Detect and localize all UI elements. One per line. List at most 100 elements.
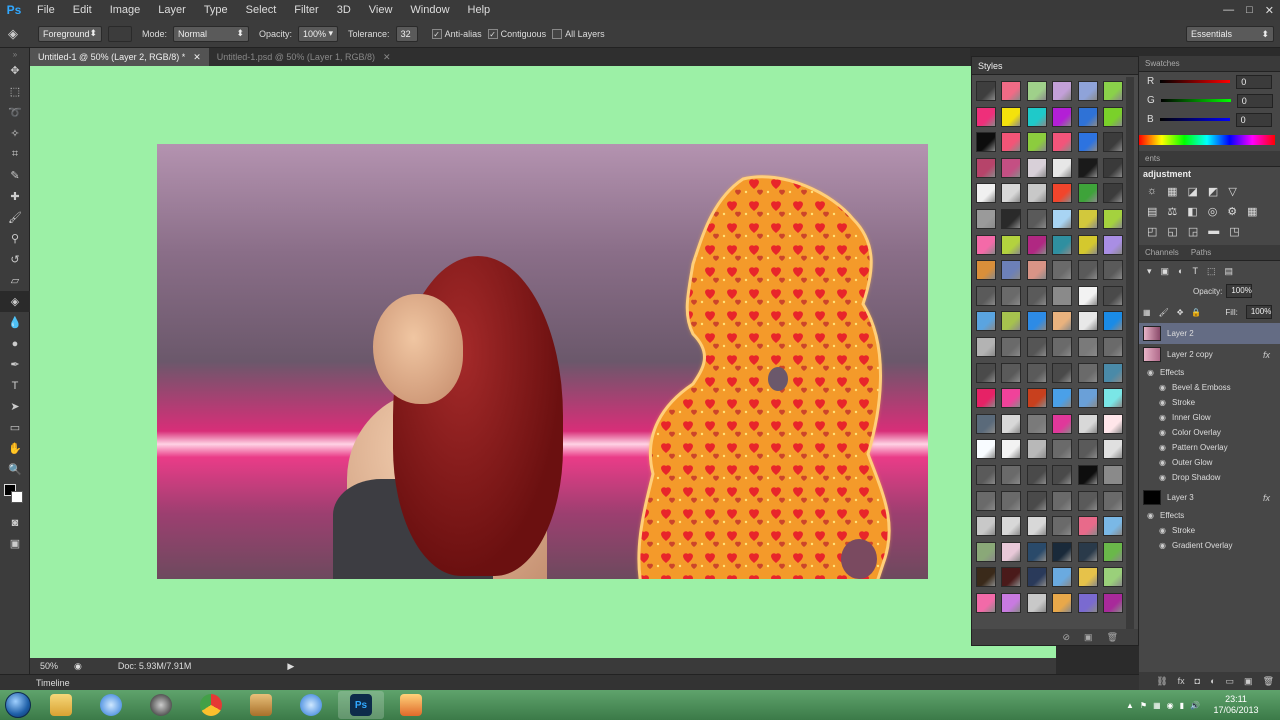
style-swatch[interactable] <box>976 234 996 255</box>
start-button[interactable] <box>0 690 36 720</box>
eraser-tool-icon[interactable]: ▱ <box>0 270 30 291</box>
menu-edit[interactable]: Edit <box>64 0 101 20</box>
fx-menu-icon[interactable]: fx <box>1178 676 1185 686</box>
style-swatch[interactable] <box>1102 439 1123 460</box>
style-swatch[interactable] <box>1001 106 1022 127</box>
new-layer-icon[interactable]: ▣ <box>1244 676 1253 687</box>
style-swatch[interactable] <box>1001 490 1022 511</box>
clone-stamp-icon[interactable]: ⚲ <box>0 228 30 249</box>
invert-icon[interactable]: ◰ <box>1147 225 1157 238</box>
red-value[interactable]: 0 <box>1236 74 1273 89</box>
quick-select-tool-icon[interactable]: ✧ <box>0 123 30 144</box>
marquee-tool-icon[interactable]: ⬚ <box>0 81 30 102</box>
volume-icon[interactable]: 🔊 <box>1190 701 1200 710</box>
paint-bucket-icon[interactable]: ◈ <box>8 26 32 42</box>
style-swatch[interactable] <box>1001 260 1022 281</box>
healing-brush-icon[interactable]: ✚ <box>0 186 30 207</box>
style-swatch[interactable] <box>1001 132 1022 153</box>
show-hidden-icons[interactable]: ▲ <box>1126 701 1134 710</box>
style-swatch[interactable] <box>976 260 996 281</box>
style-swatch[interactable] <box>976 541 996 562</box>
style-swatch[interactable] <box>1001 285 1022 306</box>
opacity-input[interactable]: 100% ▾ <box>298 25 339 42</box>
style-swatch[interactable] <box>1077 388 1098 409</box>
taskbar-app-program[interactable] <box>238 691 284 719</box>
fx-icon[interactable]: fx <box>1263 350 1270 360</box>
tab-swatches[interactable]: Swatches <box>1145 59 1180 68</box>
style-swatch[interactable] <box>1077 413 1098 434</box>
style-swatch[interactable] <box>1026 106 1047 127</box>
style-swatch[interactable] <box>1001 516 1022 537</box>
hand-tool-icon[interactable]: ✋ <box>0 438 30 459</box>
style-swatch[interactable] <box>1077 234 1098 255</box>
style-swatch[interactable] <box>1052 260 1073 281</box>
group-icon[interactable]: ▭ <box>1226 676 1235 687</box>
menu-filter[interactable]: Filter <box>285 0 327 20</box>
style-swatch[interactable] <box>1102 157 1123 178</box>
style-swatch[interactable] <box>1102 183 1123 204</box>
eye-icon[interactable]: ◉ <box>1159 541 1166 550</box>
close-button[interactable]: ✕ <box>1265 4 1274 17</box>
style-swatch[interactable] <box>976 413 996 434</box>
blue-slider[interactable] <box>1159 118 1230 121</box>
filter-kind-icon[interactable]: ▾ <box>1147 266 1152 277</box>
style-swatch[interactable] <box>1052 490 1073 511</box>
blur-tool-icon[interactable]: 💧 <box>0 312 30 333</box>
style-swatch[interactable] <box>1077 311 1098 332</box>
style-swatch[interactable] <box>1102 208 1123 229</box>
style-swatch[interactable] <box>1102 490 1123 511</box>
style-swatch[interactable] <box>1001 464 1022 485</box>
style-swatch[interactable] <box>976 81 996 101</box>
style-swatch[interactable] <box>1026 208 1047 229</box>
style-swatch[interactable] <box>1001 388 1022 409</box>
style-swatch[interactable] <box>1077 516 1098 537</box>
play-icon[interactable]: ▶ <box>287 661 294 672</box>
style-swatch[interactable] <box>1102 541 1123 562</box>
style-swatch[interactable] <box>1102 388 1123 409</box>
style-swatch[interactable] <box>1001 208 1022 229</box>
style-swatch[interactable] <box>1102 234 1123 255</box>
quick-mask-icon[interactable]: ◙ <box>0 512 30 533</box>
menu-view[interactable]: View <box>360 0 402 20</box>
effect-row[interactable]: ◉ Pattern Overlay <box>1139 440 1280 455</box>
style-swatch[interactable] <box>1052 362 1073 383</box>
effect-row[interactable]: ◉ Stroke <box>1139 523 1280 538</box>
style-swatch[interactable] <box>976 106 996 127</box>
menu-layer[interactable]: Layer <box>149 0 195 20</box>
style-swatch[interactable] <box>1052 592 1073 613</box>
style-swatch[interactable] <box>1001 541 1022 562</box>
style-swatch[interactable] <box>1001 81 1022 101</box>
paint-bucket-tool-icon[interactable]: ◈ <box>0 291 30 312</box>
style-swatch[interactable] <box>1102 464 1123 485</box>
style-swatch[interactable] <box>1052 516 1073 537</box>
fill-source-select[interactable]: Foreground ⬍ <box>38 25 102 42</box>
minimize-button[interactable]: — <box>1223 4 1234 16</box>
style-swatch[interactable] <box>1077 157 1098 178</box>
color-spectrum[interactable] <box>1139 135 1275 145</box>
style-swatch[interactable] <box>1026 464 1047 485</box>
menu-image[interactable]: Image <box>101 0 150 20</box>
layer-row-layer-2-copy[interactable]: Layer 2 copy fx <box>1139 344 1280 365</box>
mode-select[interactable]: Normal ⬍ <box>173 25 250 42</box>
lock-brush-icon[interactable]: 🖌 <box>1159 308 1169 317</box>
menu-type[interactable]: Type <box>195 0 237 20</box>
style-swatch[interactable] <box>976 132 996 153</box>
style-swatch[interactable] <box>1052 157 1073 178</box>
style-swatch[interactable] <box>1026 362 1047 383</box>
style-swatch[interactable] <box>1001 439 1022 460</box>
green-value[interactable]: 0 <box>1236 93 1273 108</box>
style-swatch[interactable] <box>1102 413 1123 434</box>
filter-adjust-icon[interactable]: ◐ <box>1178 266 1183 276</box>
document-tab-active[interactable]: Untitled-1 @ 50% (Layer 2, RGB/8) * ✕ <box>30 48 209 66</box>
style-swatch[interactable] <box>1026 260 1047 281</box>
style-swatch[interactable] <box>1052 132 1073 153</box>
style-swatch[interactable] <box>1052 439 1073 460</box>
red-slider[interactable] <box>1160 80 1231 83</box>
eye-icon[interactable]: ◉ <box>1159 413 1166 422</box>
color-swatches[interactable] <box>0 480 30 512</box>
history-brush-icon[interactable]: ↺ <box>0 249 30 270</box>
style-swatch[interactable] <box>976 336 996 357</box>
eye-icon[interactable]: ◉ <box>1159 443 1166 452</box>
threshold-icon[interactable]: ◲ <box>1188 225 1198 238</box>
menu-window[interactable]: Window <box>401 0 458 20</box>
